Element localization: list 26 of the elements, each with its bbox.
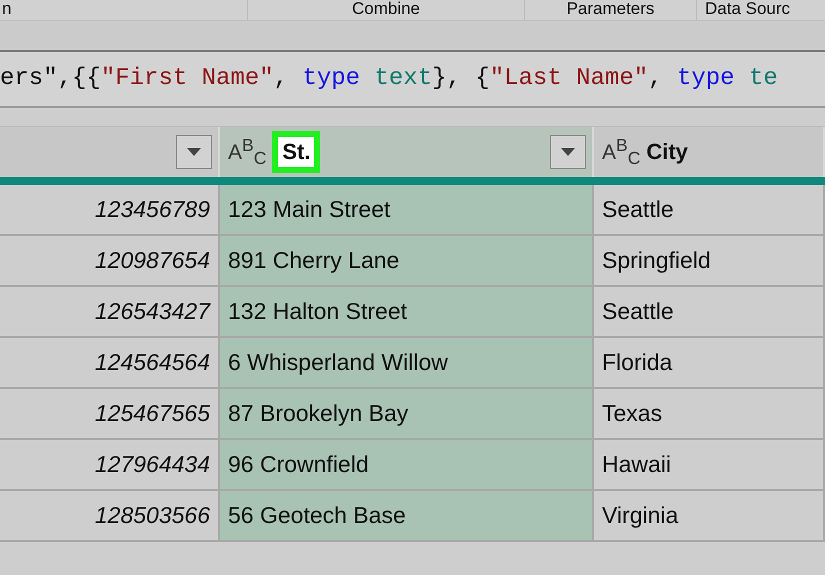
caret-icon	[187, 148, 201, 156]
table-cell: Seattle	[594, 185, 825, 234]
table-cell: Virginia	[594, 491, 825, 540]
table-cell: Hawaii	[594, 440, 825, 489]
formula-bar[interactable]: ers",{{"First Name", type text}, {"Last Name", type te	[0, 52, 825, 108]
table-cell: 123 Main Street	[220, 185, 594, 234]
table-cell: 56 Geotech Base	[220, 491, 594, 540]
table-cell: Texas	[594, 389, 825, 438]
table-cell: Florida	[594, 338, 825, 387]
table-cell: 132 Halton Street	[220, 287, 594, 336]
filter-dropdown-button[interactable]	[550, 135, 586, 169]
column-name-field[interactable]: St.	[272, 131, 320, 173]
filter-dropdown-button[interactable]	[176, 135, 212, 169]
ribbon-group-label: n	[0, 0, 248, 20]
ribbon-group-label: Data Sourc	[704, 0, 792, 20]
ribbon-group-label: Parameters	[525, 0, 697, 20]
table-cell: 87 Brookelyn Bay	[220, 389, 594, 438]
table-cell: 891 Cherry Lane	[220, 236, 594, 285]
ribbon-group-label: Combine	[248, 0, 525, 20]
table-cell: Seattle	[594, 287, 825, 336]
caret-icon	[561, 148, 575, 156]
table-cell: 6 Whisperland Willow	[220, 338, 594, 387]
table-cell: 96 Crownfield	[220, 440, 594, 489]
column-header[interactable]: A$^{B}$$_{C}$ St.	[220, 127, 594, 177]
column-name: City	[646, 139, 688, 165]
table-cell: Springfield	[594, 236, 825, 285]
